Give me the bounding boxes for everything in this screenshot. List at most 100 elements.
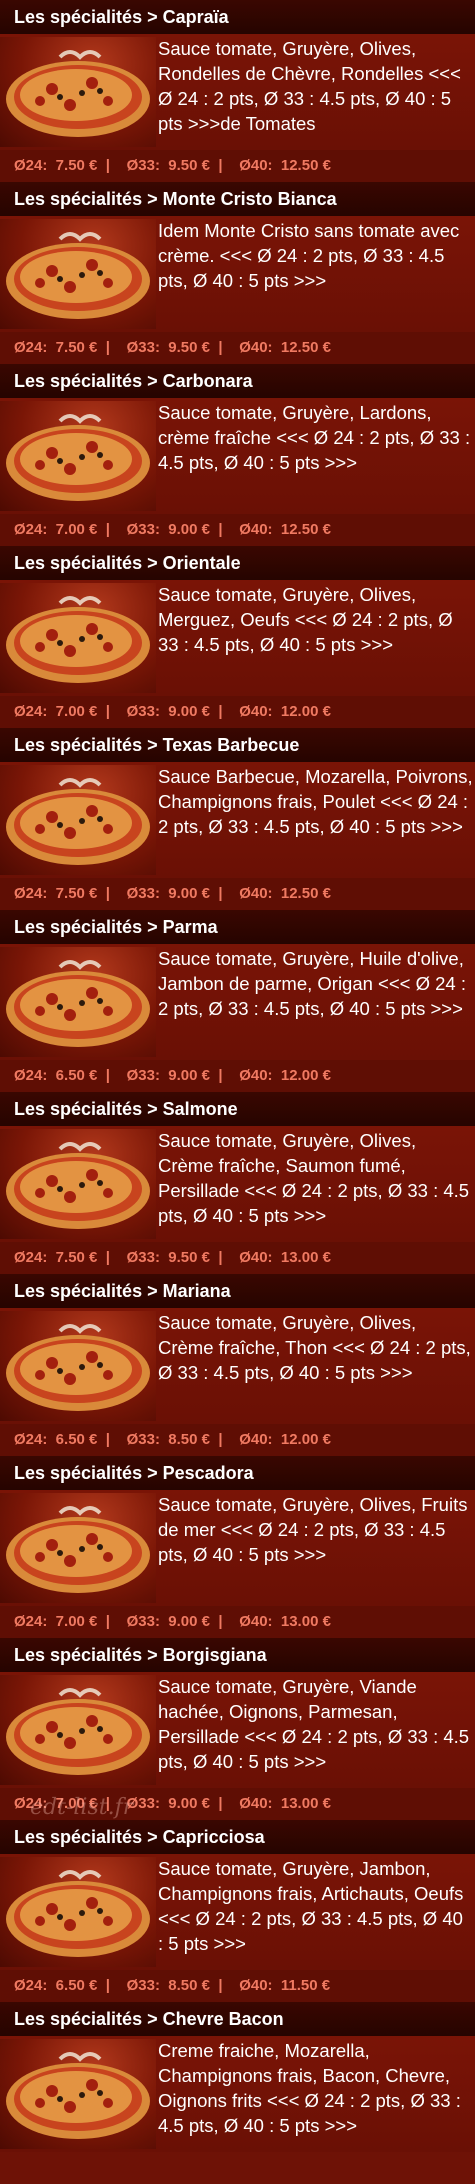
pizza-image[interactable] [0,1311,156,1421]
price-33: Ø33: 8.50 € | [126,1431,223,1448]
pizza-card[interactable]: Les spécialités > Salmone Sauce tomate, … [0,1092,475,1274]
pizza-image[interactable] [0,1857,156,1967]
pizza-description: Sauce tomate, Gruyère, Olives, Crème fra… [158,1130,470,1226]
pizza-card[interactable]: Les spécialités > Chevre Bacon Creme fra… [0,2002,475,2184]
pizza-description: Creme fraiche, Mozarella, Champignons fr… [158,2040,461,2136]
pizza-image[interactable] [0,219,156,329]
pizza-card-body: Sauce Barbecue, Mozarella, Poivrons, Cha… [0,762,475,878]
price-40: Ø40: 12.50 € [239,157,331,174]
price-24: Ø24: 7.00 € | [14,521,110,538]
pizza-image[interactable] [0,1129,156,1239]
price-row: Ø24: 6.50 € | Ø33: 8.50 € | Ø40: 11.50 € [0,1970,475,2002]
pizza-card[interactable]: Les spécialités > Pescadora Sauce tomate… [0,1456,475,1638]
price-40: Ø40: 12.00 € [239,1431,331,1448]
pizza-title[interactable]: Les spécialités > Orientale [0,546,475,580]
pizza-title[interactable]: Les spécialités > Texas Barbecue [0,728,475,762]
price-33: Ø33: 8.50 € | [126,1977,223,1994]
price-33: Ø33: 9.00 € | [126,703,223,720]
price-40: Ø40: 12.50 € [239,885,331,902]
pizza-card[interactable]: Les spécialités > Capricciosa Sauce toma… [0,1820,475,2002]
pizza-icon [6,960,150,1047]
price-33: Ø33: 9.50 € | [126,339,223,356]
price-row: Ø24: 7.50 € | Ø33: 9.00 € | Ø40: 12.50 € [0,878,475,910]
price-24: Ø24: 7.50 € | [14,157,110,174]
price-24: Ø24: 7.00 € | [14,1795,110,1812]
pizza-title[interactable]: Les spécialités > Salmone [0,1092,475,1126]
pizza-icon [6,1506,150,1593]
pizza-title[interactable]: Les spécialités > Capraïa [0,0,475,34]
pizza-card-body: Sauce tomate, Gruyère, Huile d'olive, Ja… [0,944,475,1060]
price-40: Ø40: 13.00 € [239,1249,331,1266]
pizza-card-body: Sauce tomate, Gruyère, Jambon, Champigno… [0,1854,475,1970]
pizza-card[interactable]: Les spécialités > Texas Barbecue Sauce B… [0,728,475,910]
price-40: Ø40: 12.00 € [239,1067,331,1084]
price-33: Ø33: 9.00 € | [126,1613,223,1630]
pizza-card-body: Sauce tomate, Gruyère, Olives, Fruits de… [0,1490,475,1606]
price-row: Ø24: 7.00 € | Ø33: 9.00 € | Ø40: 13.00 € [0,1788,475,1820]
price-row: Ø24: 7.50 € | Ø33: 9.50 € | Ø40: 13.00 € [0,1242,475,1274]
price-33: Ø33: 9.00 € | [126,521,223,538]
price-40: Ø40: 12.00 € [239,703,331,720]
pizza-title[interactable]: Les spécialités > Parma [0,910,475,944]
price-row: Ø24: 7.00 € | Ø33: 9.00 € | Ø40: 12.50 € [0,514,475,546]
pizza-icon [6,232,150,319]
price-24: Ø24: 7.50 € | [14,885,110,902]
pizza-description: Sauce tomate, Gruyère, Lardons, crème fr… [158,402,471,473]
pizza-description: Sauce tomate, Gruyère, Olives, Merguez, … [158,584,453,655]
pizza-icon [6,1870,150,1957]
pizza-card-body: Sauce tomate, Gruyère, Olives, Crème fra… [0,1126,475,1242]
price-33: Ø33: 9.50 € | [126,157,223,174]
pizza-card[interactable]: Les spécialités > Monte Cristo Bianca Id… [0,182,475,364]
pizza-image[interactable] [0,1493,156,1603]
pizza-card-body: Sauce tomate, Gruyère, Lardons, crème fr… [0,398,475,514]
pizza-card[interactable]: Les spécialités > Orientale Sauce tomate… [0,546,475,728]
pizza-card-body: Idem Monte Cristo sans tomate avec crème… [0,216,475,332]
price-33: Ø33: 9.00 € | [126,885,223,902]
price-40: Ø40: 12.50 € [239,339,331,356]
pizza-card[interactable]: Les spécialités > Parma Sauce tomate, Gr… [0,910,475,1092]
price-33: Ø33: 9.50 € | [126,1249,223,1266]
pizza-image[interactable] [0,37,156,147]
specialties-list: Les spécialités > Capraïa Sauce tomate, … [0,0,475,2184]
price-33: Ø33: 9.00 € | [126,1067,223,1084]
pizza-title[interactable]: Les spécialités > Borgisgiana [0,1638,475,1672]
pizza-icon [6,596,150,683]
pizza-card[interactable]: Les spécialités > Capraïa Sauce tomate, … [0,0,475,182]
price-40: Ø40: 13.00 € [239,1613,331,1630]
pizza-card[interactable]: Les spécialités > Mariana Sauce tomate, … [0,1274,475,1456]
pizza-image[interactable] [0,1675,156,1785]
pizza-description: Sauce tomate, Gruyère, Jambon, Champigno… [158,1858,464,1954]
pizza-description: Idem Monte Cristo sans tomate avec crème… [158,220,460,291]
pizza-title[interactable]: Les spécialités > Capricciosa [0,1820,475,1854]
pizza-title[interactable]: Les spécialités > Monte Cristo Bianca [0,182,475,216]
price-33: Ø33: 9.00 € | [126,1795,223,1812]
price-24: Ø24: 6.50 € | [14,1067,110,1084]
price-24: Ø24: 7.00 € | [14,1613,110,1630]
pizza-card-body: Creme fraiche, Mozarella, Champignons fr… [0,2036,475,2152]
pizza-card[interactable]: Les spécialités > Borgisgiana Sauce toma… [0,1638,475,1820]
pizza-title[interactable]: Les spécialités > Mariana [0,1274,475,1308]
pizza-title[interactable]: Les spécialités > Chevre Bacon [0,2002,475,2036]
price-40: Ø40: 12.50 € [239,521,331,538]
pizza-card[interactable]: Les spécialités > Carbonara Sauce tomate… [0,364,475,546]
pizza-description: Sauce tomate, Gruyère, Olives, Rondelles… [158,38,461,134]
pizza-image[interactable] [0,583,156,693]
price-40: Ø40: 11.50 € [239,1977,331,1994]
pizza-icon [6,414,150,501]
price-24: Ø24: 7.50 € | [14,1249,110,1266]
pizza-icon [6,1688,150,1775]
pizza-image[interactable] [0,765,156,875]
pizza-card-body: Sauce tomate, Gruyère, Olives, Merguez, … [0,580,475,696]
price-24: Ø24: 6.50 € | [14,1977,110,1994]
pizza-image[interactable] [0,401,156,511]
pizza-card-body: Sauce tomate, Gruyère, Viande hachée, Oi… [0,1672,475,1788]
pizza-image[interactable] [0,947,156,1057]
pizza-title[interactable]: Les spécialités > Pescadora [0,1456,475,1490]
price-40: Ø40: 13.00 € [239,1795,331,1812]
pizza-icon [6,50,150,137]
pizza-image[interactable] [0,2039,156,2149]
pizza-icon [6,1324,150,1411]
pizza-title[interactable]: Les spécialités > Carbonara [0,364,475,398]
pizza-icon [6,1142,150,1229]
pizza-description: Sauce Barbecue, Mozarella, Poivrons, Cha… [158,766,473,837]
